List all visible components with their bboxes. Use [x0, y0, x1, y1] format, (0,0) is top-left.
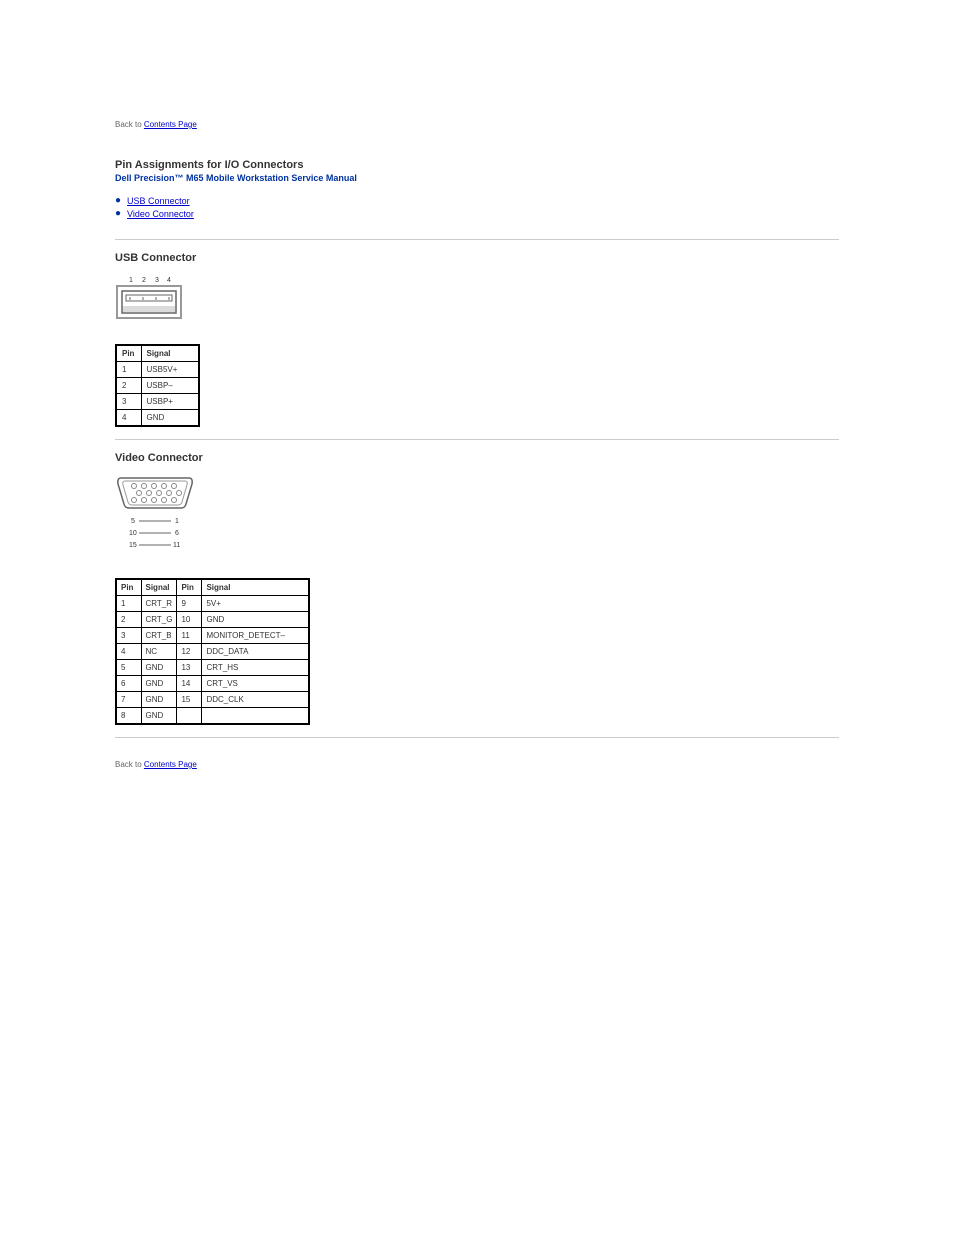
table-header-row: Pin Signal: [116, 345, 199, 362]
table-cell: 3: [116, 628, 141, 644]
divider: [115, 439, 839, 440]
video-connector-diagram: 5 1 10 6 15 11: [115, 474, 839, 558]
table-of-contents: ● USB Connector ● Video Connector: [115, 195, 839, 219]
table-cell: GND: [141, 410, 199, 427]
svg-text:15: 15: [129, 542, 137, 549]
table-cell: CRT_G: [141, 612, 177, 628]
table-cell: USBP–: [141, 378, 199, 394]
back-link-top: Back to Contents Page: [115, 120, 839, 129]
page-title: Pin Assignments for I/O Connectors: [115, 159, 839, 171]
table-cell: 15: [177, 692, 202, 708]
table-cell: 4: [116, 644, 141, 660]
table-header: Signal: [141, 579, 177, 596]
table-cell: 10: [177, 612, 202, 628]
table-cell: GND: [141, 660, 177, 676]
table-header-row: Pin Signal Pin Signal: [116, 579, 309, 596]
table-cell: CRT_HS: [202, 660, 309, 676]
table-cell: CRT_B: [141, 628, 177, 644]
table-cell: CRT_R: [141, 596, 177, 612]
table-cell: 12: [177, 644, 202, 660]
table-cell: 5: [116, 660, 141, 676]
table-cell: 13: [177, 660, 202, 676]
table-cell: NC: [141, 644, 177, 660]
table-row: 7GND15DDC_CLK: [116, 692, 309, 708]
svg-text:4: 4: [167, 277, 171, 284]
contents-link-bottom[interactable]: Contents Page: [144, 760, 197, 769]
table-header: Pin: [177, 579, 202, 596]
video-section-title: Video Connector: [115, 452, 839, 464]
bullet-icon: ●: [115, 195, 121, 206]
table-row: 4GND: [116, 410, 199, 427]
table-cell: 4: [116, 410, 141, 427]
usb-connector-diagram: 1 2 3 4: [115, 274, 839, 324]
table-cell: 2: [116, 612, 141, 628]
svg-text:11: 11: [173, 542, 180, 549]
table-row: 1USB5V+: [116, 362, 199, 378]
table-cell: 2: [116, 378, 141, 394]
table-cell: USB5V+: [141, 362, 199, 378]
page-subtitle: Dell Precision™ M65 Mobile Workstation S…: [115, 173, 839, 183]
svg-text:2: 2: [142, 277, 146, 284]
table-cell: CRT_VS: [202, 676, 309, 692]
svg-text:1: 1: [129, 277, 133, 284]
video-pinout-table: Pin Signal Pin Signal 1CRT_R95V+2CRT_G10…: [115, 578, 310, 725]
table-cell: 11: [177, 628, 202, 644]
usb-section-title: USB Connector: [115, 252, 839, 264]
table-cell: GND: [141, 692, 177, 708]
toc-item: ● Video Connector: [115, 208, 839, 219]
svg-text:3: 3: [155, 277, 159, 284]
table-cell: GND: [202, 612, 309, 628]
table-cell: 9: [177, 596, 202, 612]
divider: [115, 239, 839, 240]
table-row: 8GND: [116, 708, 309, 725]
table-row: 2USBP–: [116, 378, 199, 394]
back-prefix: Back to: [115, 760, 144, 769]
svg-text:1: 1: [175, 518, 179, 525]
table-row: 2CRT_G10GND: [116, 612, 309, 628]
table-cell: 5V+: [202, 596, 309, 612]
table-row: 5GND13CRT_HS: [116, 660, 309, 676]
table-cell: 1: [116, 596, 141, 612]
usb-pinout-table: Pin Signal 1USB5V+2USBP–3USBP+4GND: [115, 344, 200, 427]
table-cell: 1: [116, 362, 141, 378]
table-cell: 8: [116, 708, 141, 725]
toc-link-usb[interactable]: USB Connector: [127, 196, 190, 206]
bullet-icon: ●: [115, 208, 121, 219]
table-cell: 3: [116, 394, 141, 410]
svg-text:6: 6: [175, 530, 179, 537]
contents-link-top[interactable]: Contents Page: [144, 120, 197, 129]
table-row: 1CRT_R95V+: [116, 596, 309, 612]
table-cell: GND: [141, 676, 177, 692]
table-cell: DDC_DATA: [202, 644, 309, 660]
table-cell: [177, 708, 202, 725]
table-cell: 14: [177, 676, 202, 692]
toc-item: ● USB Connector: [115, 195, 839, 206]
table-row: 4NC12DDC_DATA: [116, 644, 309, 660]
back-prefix: Back to: [115, 120, 144, 129]
table-cell: 6: [116, 676, 141, 692]
table-header: Signal: [202, 579, 309, 596]
table-row: 6GND14CRT_VS: [116, 676, 309, 692]
divider: [115, 737, 839, 738]
back-link-bottom: Back to Contents Page: [115, 760, 839, 769]
table-cell: 7: [116, 692, 141, 708]
svg-text:10: 10: [129, 530, 137, 537]
svg-text:5: 5: [131, 518, 135, 525]
table-row: 3USBP+: [116, 394, 199, 410]
toc-link-video[interactable]: Video Connector: [127, 209, 194, 219]
table-row: 3CRT_B11MONITOR_DETECT–: [116, 628, 309, 644]
table-header: Pin: [116, 345, 141, 362]
table-cell: MONITOR_DETECT–: [202, 628, 309, 644]
table-header: Pin: [116, 579, 141, 596]
table-cell: [202, 708, 309, 725]
table-cell: GND: [141, 708, 177, 725]
table-header: Signal: [141, 345, 199, 362]
table-cell: USBP+: [141, 394, 199, 410]
table-cell: DDC_CLK: [202, 692, 309, 708]
